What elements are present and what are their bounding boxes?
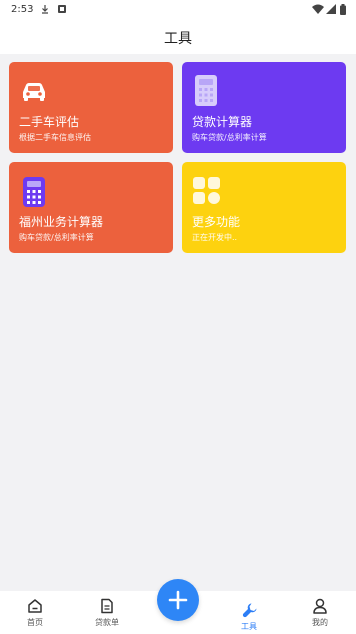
nav-item-loan-orders[interactable]: 贷款单 (77, 591, 137, 634)
tool-card-title: 更多功能 (192, 215, 241, 229)
document-icon (99, 598, 115, 614)
nav-item-label: 贷款单 (95, 618, 119, 627)
battery-icon (340, 4, 346, 15)
tool-card-more-features[interactable]: 更多功能 正在开发中.. (182, 162, 346, 253)
wifi-icon (312, 4, 324, 14)
tool-card-subtitle: 正在开发中.. (192, 233, 238, 242)
nav-item-tools[interactable]: 工具 (219, 591, 279, 634)
tool-card-title: 贷款计算器 (192, 115, 253, 129)
nav-item-label: 工具 (241, 622, 257, 631)
nav-item-profile[interactable]: 我的 (290, 591, 350, 634)
tool-card-used-car-valuation[interactable]: 二手车评估 根据二手车信息评估 (9, 62, 173, 153)
nav-item-label: 我的 (312, 618, 328, 627)
nav-item-home[interactable]: 首页 (5, 591, 65, 634)
tool-card-subtitle: 根据二手车信息评估 (19, 133, 91, 142)
car-icon (19, 76, 49, 106)
home-icon (27, 598, 43, 614)
tool-card-title: 二手车评估 (19, 115, 80, 129)
status-time: 2:53 (11, 4, 34, 15)
page-header: 工具 (0, 20, 356, 54)
tool-card-loan-calculator[interactable]: 贷款计算器 购车贷款/总利率计算 (182, 62, 346, 153)
status-bar: 2:53 (0, 0, 356, 20)
notification-icon (57, 4, 67, 14)
tool-card-title: 福州业务计算器 (19, 215, 104, 229)
download-icon (40, 4, 50, 14)
add-button[interactable] (157, 579, 199, 621)
wrench-icon (241, 601, 257, 618)
calculator-icon (192, 74, 222, 106)
tool-card-subtitle: 购车贷款/总利率计算 (192, 133, 267, 142)
user-icon (312, 598, 328, 614)
tool-card-fuzhou-calculator[interactable]: 福州业务计算器 购车贷款/总利率计算 (9, 162, 173, 253)
page-title: 工具 (164, 31, 192, 47)
plus-icon (168, 590, 188, 610)
tool-card-subtitle: 购车贷款/总利率计算 (19, 233, 94, 242)
signal-icon (326, 4, 336, 14)
grid-icon (192, 176, 222, 206)
nav-item-label: 首页 (27, 618, 43, 627)
calculator-icon (19, 176, 49, 207)
